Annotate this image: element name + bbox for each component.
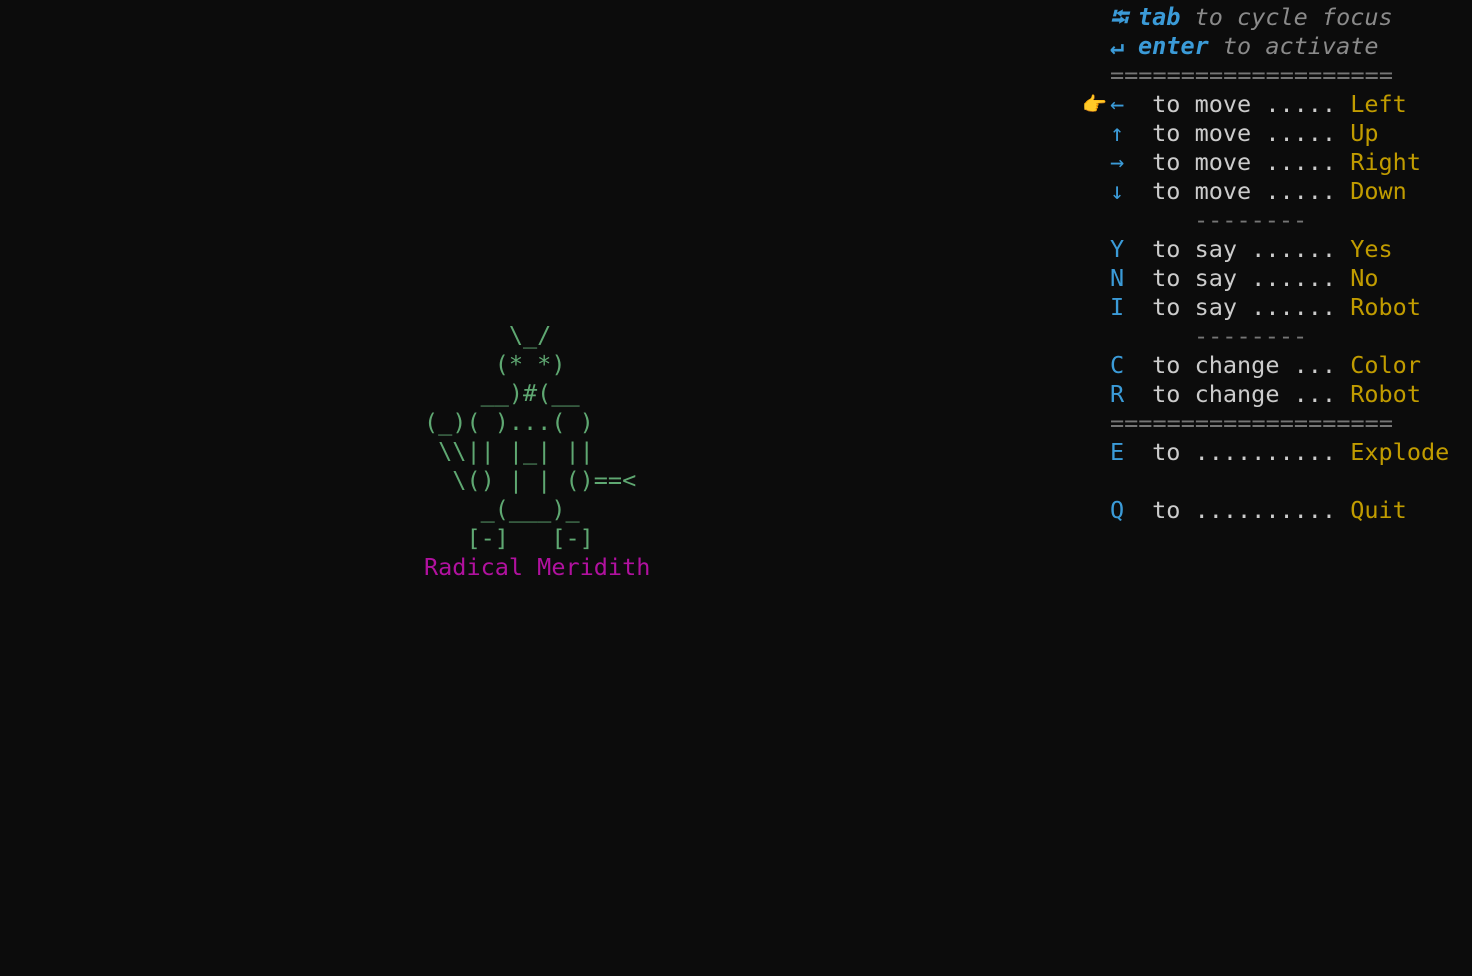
robot-name: Radical Meridith [424, 553, 651, 581]
right-arrow-icon: → [1110, 148, 1125, 176]
key-e: E [1110, 438, 1125, 466]
binding-value: Down [1350, 177, 1407, 205]
separator-minor-2: -------- [1194, 322, 1308, 350]
binding-value: No [1350, 264, 1379, 292]
key-i: I [1110, 293, 1125, 321]
blank-row [1082, 467, 1472, 496]
robot-display: \_/ (* *) __)#(__ (_)( )...( ) \\|| |_| … [424, 321, 650, 582]
binding-say-robot[interactable]: I to say ...... Robot [1082, 293, 1472, 322]
binding-value: Yes [1350, 235, 1393, 263]
binding-say-no[interactable]: N to say ...... No [1082, 264, 1472, 293]
down-arrow-icon: ↓ [1110, 177, 1125, 205]
binding-value: Robot [1350, 380, 1421, 408]
enter-icon: ↵ [1110, 32, 1125, 60]
hint-enter-text: to activate [1208, 32, 1379, 60]
key-c: C [1110, 351, 1125, 379]
hint-tab: ⭾ tab to cycle focus [1082, 3, 1472, 32]
separator-bottom: ==================== [1110, 409, 1393, 437]
key-q: Q [1110, 496, 1125, 524]
binding-value: Left [1350, 90, 1407, 118]
binding-move-right[interactable]: → to move ..... Right [1082, 148, 1472, 177]
key-y: Y [1110, 235, 1125, 263]
binding-value: Right [1350, 148, 1421, 176]
binding-quit[interactable]: Q to .......... Quit [1082, 496, 1472, 525]
binding-move-left[interactable]: 👉 ← to move ..... Left [1082, 90, 1472, 119]
binding-value: Up [1350, 119, 1379, 147]
binding-value: Robot [1350, 293, 1421, 321]
key-n: N [1110, 264, 1125, 292]
binding-value: Explode [1350, 438, 1450, 466]
left-arrow-icon: ← [1110, 90, 1125, 118]
hint-tab-key: tab [1138, 3, 1181, 31]
binding-change-color[interactable]: C to change ... Color [1082, 351, 1472, 380]
binding-explode[interactable]: E to .......... Explode [1082, 438, 1472, 467]
hint-enter: ↵ enter to activate [1082, 32, 1472, 61]
binding-move-down[interactable]: ↓ to move ..... Down [1082, 177, 1472, 206]
robot-ascii-art: \_/ (* *) __)#(__ (_)( )...( ) \\|| |_| … [424, 321, 637, 552]
key-r: R [1110, 380, 1125, 408]
binding-say-yes[interactable]: Y to say ...... Yes [1082, 235, 1472, 264]
binding-value: Color [1350, 351, 1421, 379]
binding-value: Quit [1350, 496, 1407, 524]
binding-move-up[interactable]: ↑ to move ..... Up [1082, 119, 1472, 148]
pointer-hand-icon: 👉 [1082, 92, 1107, 116]
tab-icon: ⭾ [1110, 3, 1128, 31]
hint-enter-key: enter [1138, 32, 1209, 60]
binding-change-robot[interactable]: R to change ... Robot [1082, 380, 1472, 409]
hint-tab-text: to cycle focus [1180, 3, 1393, 31]
separator-top: ==================== [1110, 61, 1393, 89]
keybinding-help-panel: ⭾ tab to cycle focus ↵ enter to activate… [1082, 3, 1472, 525]
separator-minor-1: -------- [1194, 206, 1308, 234]
up-arrow-icon: ↑ [1110, 119, 1125, 147]
